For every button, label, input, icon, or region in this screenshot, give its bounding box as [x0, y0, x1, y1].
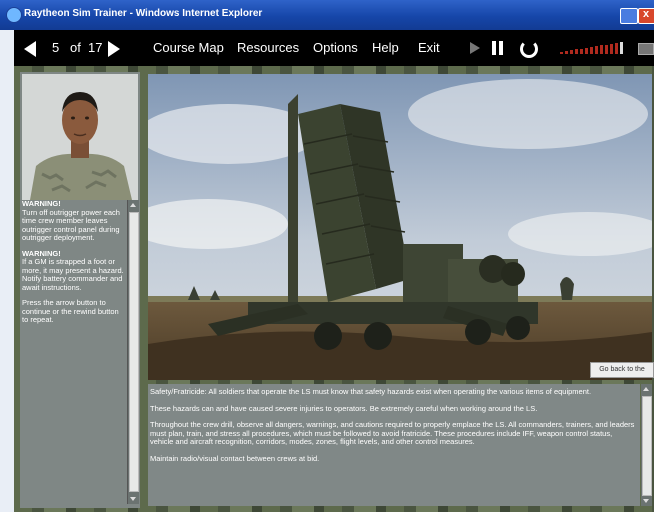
scroll-down-icon[interactable]	[130, 497, 136, 501]
warning-text: Turn off outrigger power each time crew …	[22, 207, 120, 242]
scroll-down-icon[interactable]	[643, 499, 649, 503]
scroll-up-icon[interactable]	[130, 203, 136, 207]
content-paragraph: Throughout the crew drill, observe all d…	[150, 420, 635, 446]
close-window-button[interactable]	[638, 8, 654, 24]
instruction-text: Press the arrow button to continue or th…	[22, 298, 119, 324]
maximize-button[interactable]	[620, 8, 638, 24]
menu-options[interactable]: Options	[313, 40, 358, 55]
go-back-button[interactable]: Go back to the	[590, 362, 654, 378]
content-scrollbar[interactable]	[641, 384, 652, 506]
next-arrow-icon[interactable]	[108, 41, 120, 57]
content-paragraph: Safety/Fratricide: All soldiers that ope…	[150, 388, 592, 396]
menu-help[interactable]: Help	[372, 40, 399, 55]
previous-arrow-icon[interactable]	[24, 41, 36, 57]
instructor-avatar	[22, 74, 138, 200]
scroll-thumb[interactable]	[642, 396, 652, 496]
nav-bar: 5 of 17 Course Map Resources Options Hel…	[14, 30, 654, 66]
content-text: Safety/Fratricide: All soldiers that ope…	[150, 388, 636, 506]
mute-icon[interactable]	[638, 43, 654, 55]
sidebar-scrollbar[interactable]	[127, 200, 139, 504]
scroll-thumb[interactable]	[129, 212, 139, 492]
content-paragraph: These hazards can and have caused severe…	[150, 403, 538, 413]
scroll-up-icon[interactable]	[643, 387, 649, 391]
pause-icon[interactable]	[492, 41, 504, 55]
menu-course-map[interactable]: Course Map	[153, 40, 224, 55]
play-icon[interactable]	[470, 42, 480, 54]
menu-exit[interactable]: Exit	[418, 40, 440, 55]
volume-icon[interactable]	[560, 42, 630, 54]
sidebar-notes: WARNING! Turn off outrigger power each ti…	[22, 200, 126, 506]
current-page: 5	[52, 40, 60, 55]
menu-resources[interactable]: Resources	[237, 40, 299, 55]
page-of-label: of	[70, 40, 81, 55]
browser-titlebar: Raytheon Sim Trainer - Windows Internet …	[0, 0, 654, 30]
total-pages: 17	[88, 40, 103, 55]
ie-logo-icon	[6, 7, 22, 23]
replay-icon[interactable]	[520, 40, 538, 58]
warning-text: If a GM is strapped a foot or more, it m…	[22, 257, 124, 292]
content-paragraph: Maintain radio/visual contact between cr…	[150, 453, 320, 463]
window-title: Raytheon Sim Trainer - Windows Internet …	[24, 8, 263, 19]
launcher-photo	[148, 74, 652, 380]
